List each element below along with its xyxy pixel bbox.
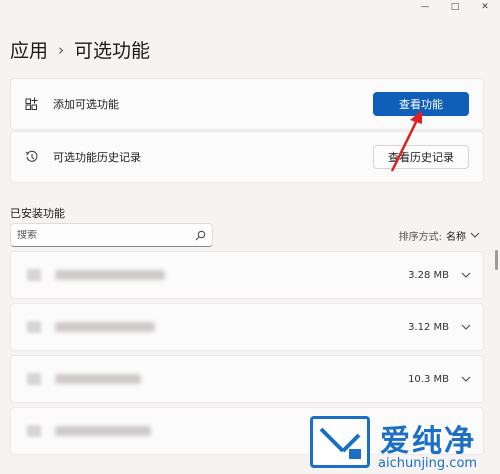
watermark-logo-icon xyxy=(310,416,370,468)
add-feature-card: 添加可选功能 查看功能 xyxy=(10,78,484,130)
maximize-button[interactable]: □ xyxy=(440,0,470,14)
list-item[interactable]: 3.12 MB xyxy=(10,303,484,351)
search-icon[interactable] xyxy=(195,226,206,245)
watermark: 爱纯净 aichunjing.com xyxy=(304,412,500,474)
history-icon xyxy=(11,150,53,164)
feature-name-redacted xyxy=(55,322,155,332)
feature-name-redacted xyxy=(55,270,165,280)
search-box xyxy=(10,223,213,247)
chevron-down-icon[interactable] xyxy=(461,376,471,382)
view-history-button[interactable]: 查看历史记录 xyxy=(373,145,469,169)
feature-icon xyxy=(27,269,41,281)
history-card: 可选功能历史记录 查看历史记录 xyxy=(10,131,484,183)
add-feature-label: 添加可选功能 xyxy=(53,98,119,111)
minimize-button[interactable]: — xyxy=(410,0,440,14)
feature-size: 3.28 MB xyxy=(408,269,449,281)
window-controls: — □ ✕ xyxy=(410,0,500,14)
breadcrumb-separator: › xyxy=(58,40,65,59)
chevron-down-icon[interactable] xyxy=(461,324,471,330)
feature-name-redacted xyxy=(55,374,141,384)
search-input[interactable] xyxy=(17,229,195,241)
page-title: 可选功能 xyxy=(74,40,151,62)
watermark-title: 爱纯净 xyxy=(380,424,476,459)
sort-label: 排序方式: xyxy=(398,232,442,243)
watermark-url: aichunjing.com xyxy=(378,456,478,471)
add-feature-icon xyxy=(11,97,53,111)
breadcrumb: 应用 › 可选功能 xyxy=(10,36,150,63)
scrollbar[interactable] xyxy=(495,250,498,270)
feature-icon xyxy=(27,425,41,437)
breadcrumb-parent[interactable]: 应用 xyxy=(10,36,48,63)
feature-icon xyxy=(27,373,41,385)
chevron-down-icon xyxy=(470,230,480,241)
list-item[interactable]: 10.3 MB xyxy=(10,355,484,403)
feature-icon xyxy=(27,321,41,333)
close-button[interactable]: ✕ xyxy=(470,0,500,14)
history-label: 可选功能历史记录 xyxy=(53,151,141,164)
view-features-button[interactable]: 查看功能 xyxy=(373,92,469,116)
feature-name-redacted xyxy=(55,426,151,436)
sort-value: 名称 xyxy=(446,232,466,243)
feature-size: 10.3 MB xyxy=(408,373,449,385)
installed-features-title: 已安装功能 xyxy=(10,207,65,220)
list-item[interactable]: 3.28 MB xyxy=(10,251,484,299)
chevron-down-icon[interactable] xyxy=(461,272,471,278)
feature-size: 3.12 MB xyxy=(408,321,449,333)
sort-control[interactable]: 排序方式: 名称 xyxy=(399,228,480,243)
